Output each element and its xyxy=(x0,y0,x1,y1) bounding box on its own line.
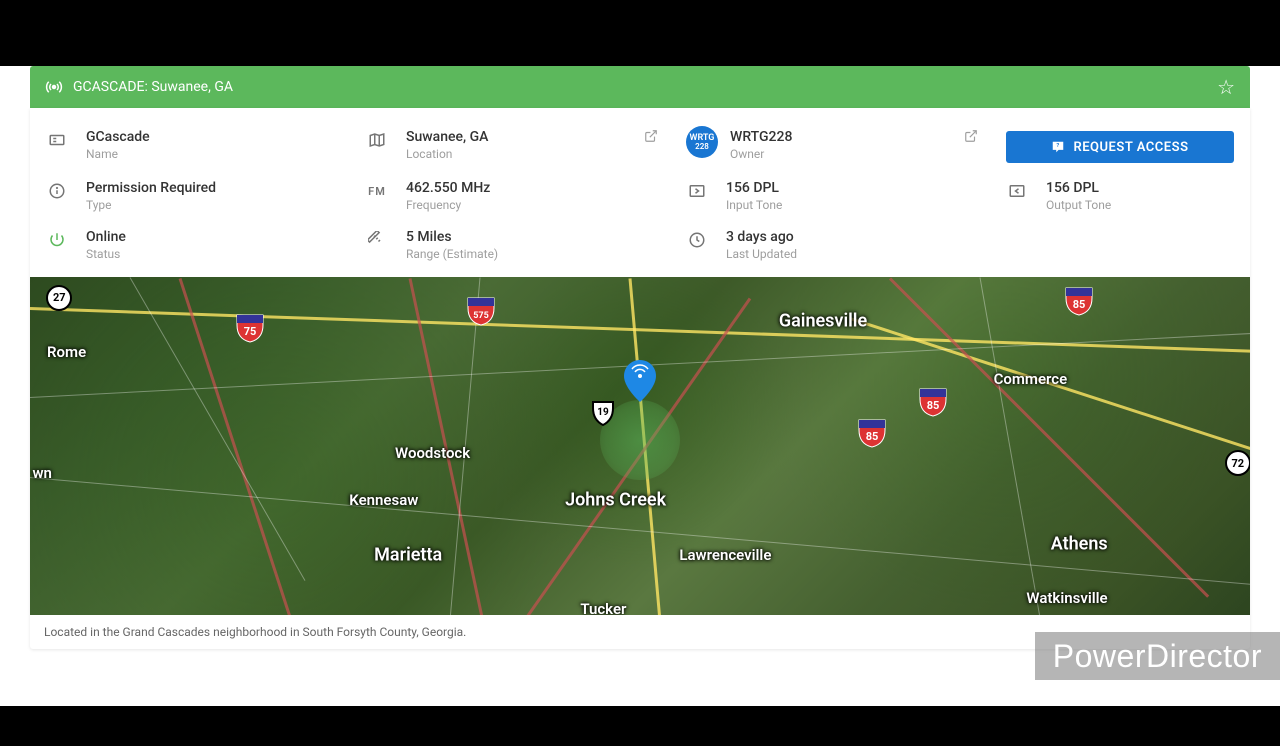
shield-19: 19 xyxy=(591,400,615,426)
cell-empty xyxy=(996,220,1244,269)
frequency-value: 462.550 MHz xyxy=(406,179,490,197)
city-gainesville: Gainesville xyxy=(779,311,867,332)
owner-value: WRTG228 xyxy=(730,128,792,146)
cell-location: Suwanee, GALocation xyxy=(356,120,676,171)
shield-75: 75 xyxy=(235,313,265,343)
cell-name: GCascadeName xyxy=(36,120,356,171)
cell-action: ? REQUEST ACCESS xyxy=(996,120,1244,171)
cell-owner: WRTG228 WRTG228Owner xyxy=(676,120,996,171)
output-icon xyxy=(1006,180,1028,202)
range-label: Range (Estimate) xyxy=(406,247,498,261)
input-tone-value: 156 DPL xyxy=(726,179,782,197)
cell-output-tone: 156 DPLOutput Tone xyxy=(996,171,1244,220)
shield-72: 72 xyxy=(1225,450,1250,476)
frequency-label: Frequency xyxy=(406,198,490,212)
details-grid: GCascadeName Suwanee, GALocation WRTG228… xyxy=(30,108,1250,277)
city-wn: wn xyxy=(32,464,51,482)
city-commerce: Commerce xyxy=(994,370,1068,388)
city-rome: Rome xyxy=(47,343,86,361)
svg-text:75: 75 xyxy=(243,325,256,338)
id-card-icon xyxy=(46,129,68,151)
info-icon xyxy=(46,180,68,202)
antenna-icon xyxy=(45,78,63,96)
range-value: 5 Miles xyxy=(406,228,498,246)
details-card: GCascadeName Suwanee, GALocation WRTG228… xyxy=(30,108,1250,649)
status-label: Status xyxy=(86,247,126,261)
coverage-map[interactable]: Rome wn Woodstock Kennesaw Marietta John… xyxy=(30,277,1250,615)
page-title: GCASCADE: Suwanee, GA xyxy=(73,79,233,95)
owner-avatar[interactable]: WRTG228 xyxy=(686,126,718,158)
open-link-icon[interactable] xyxy=(644,128,658,147)
name-value: GCascade xyxy=(86,128,150,146)
city-johns-creek: Johns Creek xyxy=(565,490,666,511)
favorite-star-icon[interactable]: ☆ xyxy=(1217,75,1235,99)
cell-range: 5 MilesRange (Estimate) xyxy=(356,220,676,269)
permission-label: Type xyxy=(86,198,216,212)
watermark: PowerDirector xyxy=(1035,632,1280,680)
city-watkinsville: Watkinsville xyxy=(1026,589,1107,607)
owner-label: Owner xyxy=(730,147,792,161)
content-area: GCASCADE: Suwanee, GA ☆ GCascadeName Suw… xyxy=(0,66,1280,706)
input-icon xyxy=(686,180,708,202)
request-access-button[interactable]: ? REQUEST ACCESS xyxy=(1006,131,1234,163)
svg-text:85: 85 xyxy=(865,430,878,443)
city-lawrenceville: Lawrenceville xyxy=(679,546,771,564)
letterbox-bottom xyxy=(0,706,1280,746)
ruler-icon xyxy=(366,229,388,251)
output-tone-value: 156 DPL xyxy=(1046,179,1111,197)
output-tone-label: Output Tone xyxy=(1046,198,1111,212)
letterbox-top xyxy=(0,0,1280,40)
city-athens: Athens xyxy=(1051,534,1108,555)
updated-value: 3 days ago xyxy=(726,228,797,246)
location-pin-icon[interactable] xyxy=(623,360,657,406)
shield-27: 27 xyxy=(46,285,72,311)
updated-label: Last Updated xyxy=(726,247,797,261)
name-label: Name xyxy=(86,147,150,161)
location-value: Suwanee, GA xyxy=(406,128,488,146)
city-marietta: Marietta xyxy=(374,544,442,565)
location-label: Location xyxy=(406,147,488,161)
map-icon xyxy=(366,129,388,151)
city-kennesaw: Kennesaw xyxy=(349,491,418,509)
permission-value: Permission Required xyxy=(86,179,216,197)
cell-status: OnlineStatus xyxy=(36,220,356,269)
shield-85c: 85 xyxy=(1064,286,1094,316)
shield-85b: 85 xyxy=(918,387,948,417)
svg-text:19: 19 xyxy=(598,407,610,418)
fm-icon: FM xyxy=(366,180,388,202)
svg-text:?: ? xyxy=(1057,143,1060,149)
cell-frequency: FM 462.550 MHzFrequency xyxy=(356,171,676,220)
svg-text:85: 85 xyxy=(926,399,939,412)
input-tone-label: Input Tone xyxy=(726,198,782,212)
title-bar: GCASCADE: Suwanee, GA ☆ xyxy=(30,66,1250,108)
cell-updated: 3 days agoLast Updated xyxy=(676,220,996,269)
shield-575: 575 xyxy=(466,296,496,326)
status-value: Online xyxy=(86,228,126,246)
cell-permission: Permission RequiredType xyxy=(36,171,356,220)
city-woodstock: Woodstock xyxy=(395,444,470,462)
cell-input-tone: 156 DPLInput Tone xyxy=(676,171,996,220)
clock-icon xyxy=(686,229,708,251)
city-tucker: Tucker xyxy=(580,600,626,616)
power-icon xyxy=(46,229,68,251)
shield-85a: 85 xyxy=(857,418,887,448)
open-link-icon[interactable] xyxy=(964,128,978,147)
svg-text:575: 575 xyxy=(474,311,490,321)
svg-text:85: 85 xyxy=(1073,298,1086,311)
